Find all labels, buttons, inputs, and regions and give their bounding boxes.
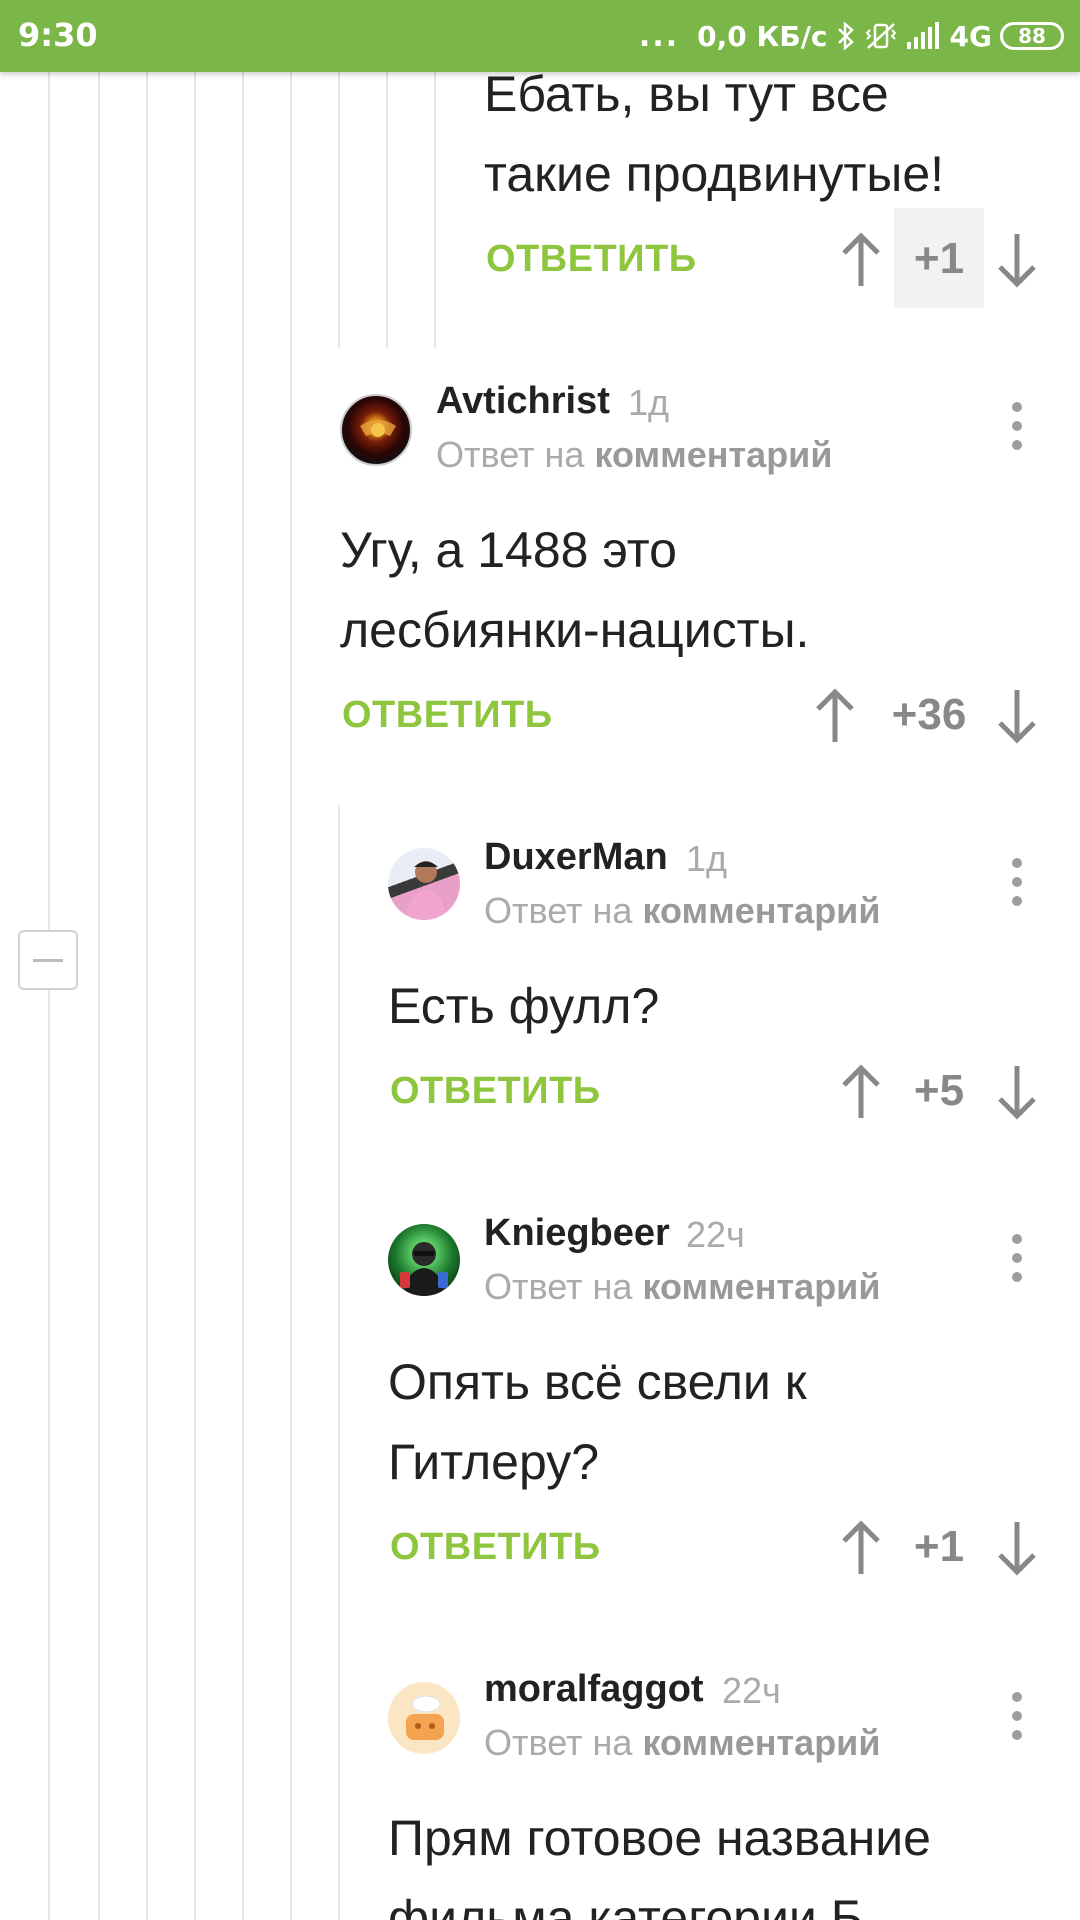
- signal-icon: [906, 22, 942, 50]
- network-type: 4G: [949, 19, 992, 53]
- reply-to-meta: Ответ на комментарий: [484, 1722, 881, 1763]
- thread-line: [242, 72, 244, 1920]
- status-indicators: ... 0,0 КБ/с 4G 88: [639, 14, 1064, 58]
- comment-author[interactable]: Kniegbeer: [484, 1212, 670, 1255]
- network-speed: 0,0 КБ/с: [697, 19, 828, 53]
- comment-time: 1д: [686, 838, 728, 879]
- downvote-arrow-icon[interactable]: [994, 1062, 1040, 1122]
- thread-line: [338, 72, 340, 348]
- collapse-thread-button[interactable]: [18, 930, 78, 990]
- reply-button[interactable]: ОТВЕТИТЬ: [342, 694, 553, 737]
- bluetooth-icon: [836, 20, 856, 52]
- parent-comment-link[interactable]: комментарий: [642, 890, 880, 931]
- comment-author[interactable]: Avtichrist: [436, 380, 610, 423]
- thread-line: [290, 72, 292, 1920]
- parent-comment-link[interactable]: комментарий: [642, 1266, 880, 1307]
- comment-text: Есть фулл?: [388, 978, 660, 1034]
- vibrate-off-icon: [864, 20, 898, 52]
- comment-score: +36: [891, 690, 967, 739]
- more-options-icon[interactable]: [1002, 1228, 1032, 1288]
- thread-line: [386, 72, 388, 348]
- upvote-arrow-icon[interactable]: [838, 1062, 884, 1122]
- comment-score: +5: [913, 1066, 965, 1115]
- thread-line: [98, 72, 100, 1920]
- more-options-icon[interactable]: [1002, 852, 1032, 912]
- avatar[interactable]: [388, 1224, 460, 1296]
- upvote-arrow-icon[interactable]: [812, 686, 858, 746]
- parent-comment-link[interactable]: комментарий: [594, 434, 832, 475]
- downvote-arrow-icon[interactable]: [994, 230, 1040, 290]
- comment-time: 22ч: [722, 1670, 781, 1711]
- comment-author[interactable]: DuxerMan: [484, 836, 668, 879]
- thread-line: [146, 72, 148, 1920]
- parent-comment-link[interactable]: комментарий: [642, 1722, 880, 1763]
- reply-to-meta: Ответ на комментарий: [484, 1266, 881, 1307]
- upvote-arrow-icon[interactable]: [838, 230, 884, 290]
- reply-button[interactable]: ОТВЕТИТЬ: [486, 238, 697, 281]
- thread-line: [338, 805, 340, 1920]
- reply-button[interactable]: ОТВЕТИТЬ: [390, 1070, 601, 1113]
- reply-button[interactable]: ОТВЕТИТЬ: [390, 1526, 601, 1569]
- comment-text: Прям готовое название фильма категории Б: [388, 1810, 931, 1920]
- downvote-arrow-icon[interactable]: [994, 686, 1040, 746]
- comment-time: 22ч: [686, 1214, 745, 1255]
- downvote-arrow-icon[interactable]: [994, 1518, 1040, 1578]
- thread-line: [194, 72, 196, 1920]
- battery-icon: 88: [1000, 22, 1064, 50]
- reply-to-meta: Ответ на комментарий: [436, 434, 833, 475]
- comment-text: Угу, а 1488 это лесбиянки-нацисты.: [340, 522, 810, 658]
- avatar[interactable]: [340, 394, 412, 466]
- upvote-arrow-icon[interactable]: [838, 1518, 884, 1578]
- avatar[interactable]: [388, 848, 460, 920]
- comment-text: Ебать, вы тут все такие продвинутые!: [484, 66, 945, 202]
- thread-line: [48, 72, 50, 1920]
- notification-dots: ...: [638, 18, 680, 54]
- comment-text: Опять всё свели к Гитлеру?: [388, 1354, 807, 1490]
- comment-author[interactable]: moralfaggot: [484, 1668, 704, 1711]
- status-bar: 9:30 ... 0,0 КБ/с 4G 88: [0, 0, 1080, 72]
- comment-time: 1д: [628, 382, 670, 423]
- reply-to-meta: Ответ на комментарий: [484, 890, 881, 931]
- more-options-icon[interactable]: [1002, 1686, 1032, 1746]
- comment-score: +1: [913, 234, 965, 283]
- comment-score: +1: [913, 1522, 965, 1571]
- avatar[interactable]: [388, 1682, 460, 1754]
- thread-line: [434, 72, 436, 348]
- status-time: 9:30: [18, 16, 98, 54]
- more-options-icon[interactable]: [1002, 396, 1032, 456]
